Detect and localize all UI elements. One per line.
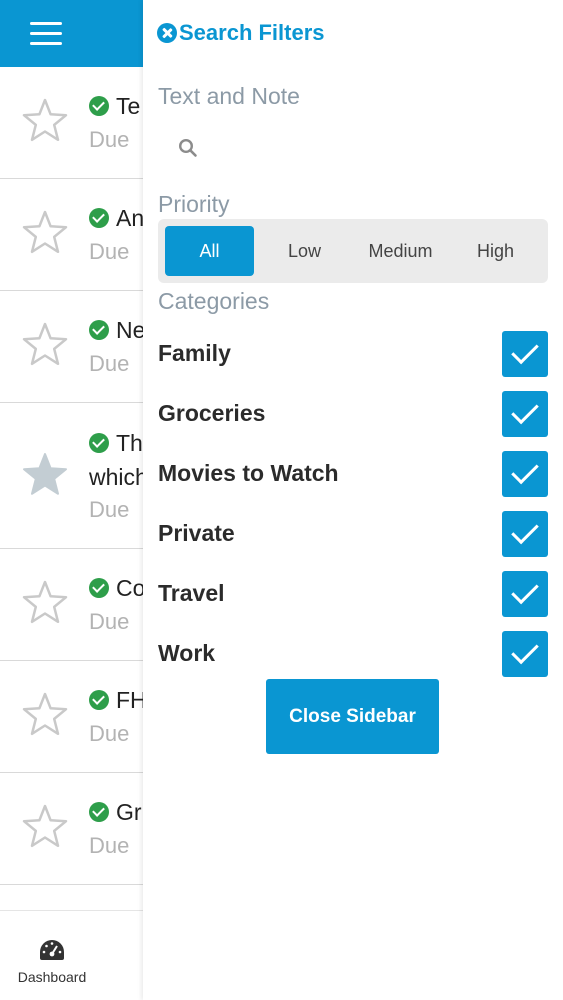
category-checkbox[interactable] bbox=[502, 511, 548, 557]
search-filters-sidebar: Search Filters Text and Note Priority Al… bbox=[143, 0, 563, 1000]
task-title: Ne bbox=[116, 317, 146, 343]
search-icon bbox=[178, 138, 197, 157]
task-title: An bbox=[116, 205, 145, 231]
category-row-movies: Movies to Watch bbox=[158, 451, 548, 497]
priority-medium-button[interactable]: Medium bbox=[356, 226, 445, 276]
done-check-icon bbox=[89, 208, 109, 228]
done-check-icon bbox=[89, 690, 109, 710]
priority-low-button[interactable]: Low bbox=[260, 226, 349, 276]
category-checkbox[interactable] bbox=[502, 631, 548, 677]
categories-label: Categories bbox=[158, 288, 270, 314]
sidebar-header[interactable]: Search Filters bbox=[157, 18, 325, 48]
category-checkbox[interactable] bbox=[502, 331, 548, 377]
done-check-icon bbox=[89, 578, 109, 598]
category-row-family: Family bbox=[158, 331, 548, 377]
task-due: Due bbox=[89, 351, 130, 376]
category-label: Movies to Watch bbox=[158, 460, 339, 486]
category-checkbox[interactable] bbox=[502, 391, 548, 437]
task-title: Co bbox=[116, 575, 146, 601]
star-outline-icon[interactable] bbox=[22, 579, 68, 625]
done-check-icon bbox=[89, 96, 109, 116]
done-check-icon bbox=[89, 320, 109, 340]
task-due: Due bbox=[89, 833, 130, 858]
task-title: Th bbox=[116, 430, 143, 456]
star-outline-icon[interactable] bbox=[22, 97, 68, 143]
star-outline-icon[interactable] bbox=[22, 321, 68, 367]
priority-all-button[interactable]: All bbox=[165, 226, 254, 276]
task-due: Due bbox=[89, 497, 130, 522]
task-title: Gr bbox=[116, 799, 142, 825]
close-sidebar-button[interactable]: Close Sidebar bbox=[266, 679, 439, 754]
star-outline-icon[interactable] bbox=[22, 691, 68, 737]
category-row-travel: Travel bbox=[158, 571, 548, 617]
dashboard-gauge-icon bbox=[40, 940, 64, 960]
priority-segmented-control: All Low Medium High bbox=[158, 219, 548, 283]
task-due: Due bbox=[89, 609, 130, 634]
priority-label: Priority bbox=[158, 191, 230, 217]
category-label: Work bbox=[158, 640, 216, 666]
category-row-private: Private bbox=[158, 511, 548, 557]
category-label: Groceries bbox=[158, 400, 266, 426]
task-title-line2: which bbox=[89, 464, 148, 490]
nav-dashboard[interactable]: Dashboard bbox=[0, 911, 104, 1000]
text-note-label: Text and Note bbox=[158, 83, 300, 109]
nav-dashboard-label: Dashboard bbox=[17, 969, 87, 985]
star-filled-icon[interactable] bbox=[22, 451, 68, 497]
star-outline-icon[interactable] bbox=[22, 803, 68, 849]
priority-high-button[interactable]: High bbox=[451, 226, 540, 276]
category-checkbox[interactable] bbox=[502, 571, 548, 617]
category-label: Private bbox=[158, 520, 235, 546]
done-check-icon bbox=[89, 802, 109, 822]
category-row-work: Work bbox=[158, 631, 548, 677]
hamburger-menu-icon[interactable] bbox=[30, 22, 62, 46]
category-row-groceries: Groceries bbox=[158, 391, 548, 437]
star-outline-icon[interactable] bbox=[22, 209, 68, 255]
task-due: Due bbox=[89, 721, 130, 746]
search-input[interactable] bbox=[208, 132, 538, 164]
category-label: Travel bbox=[158, 580, 225, 606]
search-field[interactable] bbox=[158, 124, 548, 172]
done-check-icon bbox=[89, 433, 109, 453]
close-circle-icon[interactable] bbox=[157, 23, 177, 43]
task-due: Due bbox=[89, 127, 130, 152]
sidebar-title: Search Filters bbox=[179, 20, 325, 45]
task-due: Due bbox=[89, 239, 130, 264]
category-checkbox[interactable] bbox=[502, 451, 548, 497]
category-label: Family bbox=[158, 340, 231, 366]
task-title: Te bbox=[116, 93, 141, 119]
